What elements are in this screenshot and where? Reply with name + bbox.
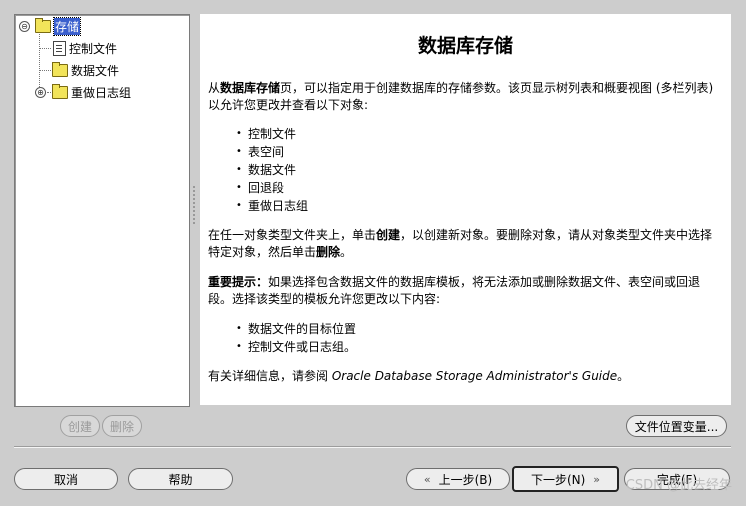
- next-button[interactable]: 下一步(N) »: [512, 466, 619, 492]
- tree-node-label: 重做日志组: [71, 85, 132, 100]
- intro-paragraph: 从数据库存储页，可以指定用于创建数据库的存储参数。该页显示树列表和概要视图 (多…: [208, 79, 718, 113]
- folder-icon: [52, 61, 68, 77]
- paragraph-bold-text: 创建: [376, 228, 401, 242]
- back-button[interactable]: « 上一步(B): [406, 468, 510, 490]
- collapse-icon[interactable]: ⊖: [19, 21, 30, 32]
- page-title: 数据库存储: [417, 35, 513, 57]
- tree-guide-line: [39, 70, 51, 71]
- more-info-paragraph: 有关详细信息，请参阅 Oracle Database Storage Admin…: [208, 367, 718, 384]
- delete-button[interactable]: 删除: [102, 415, 142, 437]
- important-label: 重要提示：: [208, 275, 269, 289]
- intro-text: 从: [208, 81, 221, 95]
- next-button-label: 下一步(N): [530, 472, 586, 487]
- list-item: 数据文件的目标位置: [236, 320, 356, 338]
- list-item: 表空间: [236, 143, 308, 161]
- chevron-right-icon: »: [593, 472, 601, 486]
- paragraph-text: 。: [340, 245, 353, 259]
- paragraph-text: 在任一对象类型文件夹上，单击: [208, 228, 377, 242]
- tree-node-control-files[interactable]: 控制文件: [53, 39, 117, 57]
- watermark: CSDN @此去经年: [625, 478, 732, 493]
- help-button[interactable]: 帮助: [128, 468, 233, 490]
- file-location-variables-button[interactable]: 文件位置变量...: [626, 415, 727, 437]
- paragraph-text: 如果选择包含数据文件的数据库模板，将无法添加或删除数据文件、表空间或回退段。选择…: [208, 275, 701, 306]
- list-item: 回退段: [236, 179, 308, 197]
- object-list: 控制文件 表空间 数据文件 回退段 重做日志组: [236, 125, 308, 215]
- panel-splitter-handle[interactable]: [192, 185, 196, 225]
- chevron-left-icon: «: [423, 472, 431, 486]
- folder-icon: [35, 17, 51, 33]
- list-item: 数据文件: [236, 161, 308, 179]
- intro-text: 页，可以指定用于创建数据库的存储参数。该页显示树列表和概要视图 (多栏列表) 以…: [208, 81, 714, 112]
- expand-icon[interactable]: ⊕: [35, 87, 46, 98]
- folder-icon: [52, 83, 68, 99]
- divider: [14, 446, 731, 448]
- tree-panel: ⊖ 存储 控制文件 数据文件 ⊕ 重做日志组: [14, 14, 190, 407]
- guide-title: Oracle Database Storage Administrator's …: [331, 369, 618, 383]
- cancel-button[interactable]: 取消: [14, 468, 118, 490]
- changes-list: 数据文件的目标位置 控制文件或日志组。: [236, 320, 356, 356]
- create-delete-paragraph: 在任一对象类型文件夹上，单击创建，以创建新对象。要删除对象，请从对象类型文件夹中…: [208, 226, 718, 260]
- tree-node-label: 存储: [52, 16, 82, 36]
- list-item: 控制文件: [236, 125, 308, 143]
- tree-node-label: 数据文件: [71, 63, 120, 78]
- back-button-label: 上一步(B): [438, 472, 493, 487]
- tree-node-label: 控制文件: [69, 41, 118, 56]
- tree-guide-line: [39, 48, 51, 49]
- help-content-panel: 数据库存储 从数据库存储页，可以指定用于创建数据库的存储参数。该页显示树列表和概…: [200, 14, 731, 405]
- list-item: 控制文件或日志组。: [236, 338, 356, 356]
- tree-node-storage[interactable]: ⊖ 存储: [19, 16, 82, 36]
- create-button[interactable]: 创建: [60, 415, 100, 437]
- file-icon: [53, 40, 66, 56]
- storage-tree: ⊖ 存储 控制文件 数据文件 ⊕ 重做日志组: [15, 15, 189, 406]
- paragraph-bold-text: 删除: [316, 245, 341, 259]
- list-item: 重做日志组: [236, 197, 308, 215]
- paragraph-text: 有关详细信息，请参阅: [208, 369, 332, 383]
- tree-node-redo-log-groups[interactable]: ⊕ 重做日志组: [35, 83, 131, 101]
- intro-bold-text: 数据库存储: [220, 81, 281, 95]
- tree-node-data-files[interactable]: 数据文件: [52, 61, 119, 79]
- paragraph-text: 。: [617, 369, 630, 383]
- important-note-paragraph: 重要提示：如果选择包含数据文件的数据库模板，将无法添加或删除数据文件、表空间或回…: [208, 273, 718, 307]
